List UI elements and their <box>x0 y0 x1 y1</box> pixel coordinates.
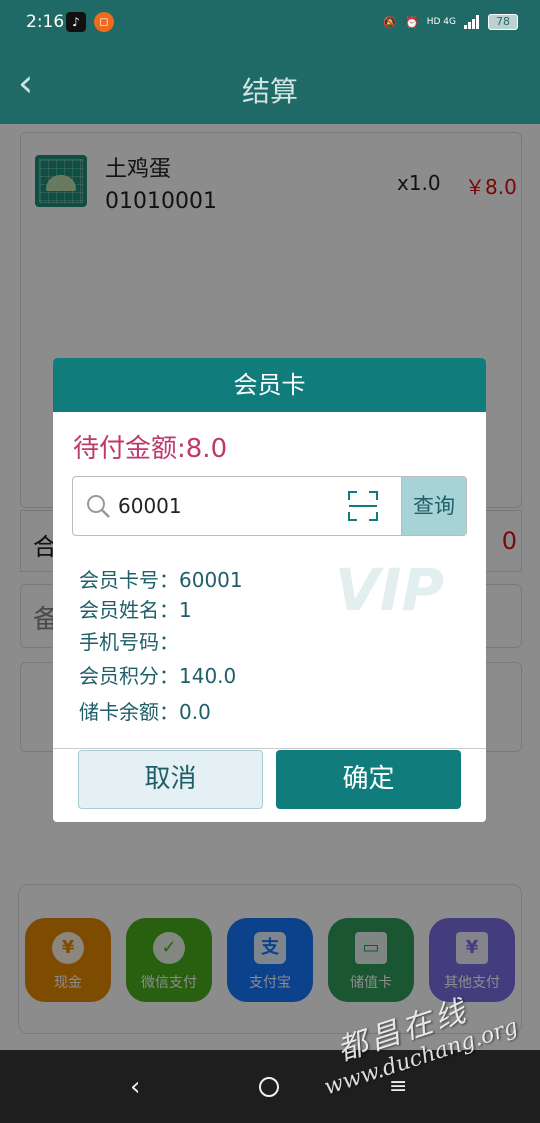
nav-home-icon[interactable] <box>259 1077 279 1097</box>
nav-back-icon[interactable]: ‹ <box>130 1072 140 1102</box>
status-bar: 2:16 ♪ ◻ 🔕 ⏰ HD 4G 78 <box>0 0 540 46</box>
confirm-button[interactable]: 确定 <box>276 750 461 809</box>
app-bar: ‹ 结算 <box>0 46 540 124</box>
battery-icon: 78 <box>488 14 518 30</box>
query-button[interactable]: 查询 <box>401 477 466 535</box>
member-card-number: 会员卡号：60001 <box>79 568 243 592</box>
mute-icon: 🔕 <box>383 15 398 29</box>
member-points: 会员积分：140.0 <box>79 664 237 688</box>
member-search-box: 查询 <box>72 476 467 536</box>
status-icons: 🔕 ⏰ HD 4G 78 <box>383 12 518 32</box>
svg-text:VIP: VIP <box>335 558 444 618</box>
signal-icon <box>464 15 480 29</box>
member-card-dialog: 会员卡 待付金额:8.0 查询 VIP 会员卡号：60001 会员姓名：1 手机… <box>53 358 486 822</box>
member-name: 会员姓名：1 <box>79 598 192 622</box>
amount-due: 待付金额:8.0 <box>73 434 228 464</box>
alarm-icon: ⏰ <box>405 15 419 29</box>
page-title: 结算 <box>241 75 298 108</box>
search-icon <box>87 495 110 518</box>
status-time: 2:16 <box>26 12 65 32</box>
scan-icon[interactable] <box>347 490 379 522</box>
card-balance: 储卡余额：0.0 <box>79 700 211 724</box>
member-card-input[interactable] <box>118 489 338 523</box>
cancel-button[interactable]: 取消 <box>78 750 263 809</box>
dialog-divider <box>53 748 486 749</box>
network-indicator: HD 4G <box>426 17 456 27</box>
tiktok-icon: ♪ <box>66 12 86 32</box>
vip-logo: VIP <box>335 558 444 618</box>
app-notification-icon: ◻ <box>94 12 114 32</box>
member-phone: 手机号码： <box>79 630 179 654</box>
dialog-title: 会员卡 <box>53 358 486 412</box>
